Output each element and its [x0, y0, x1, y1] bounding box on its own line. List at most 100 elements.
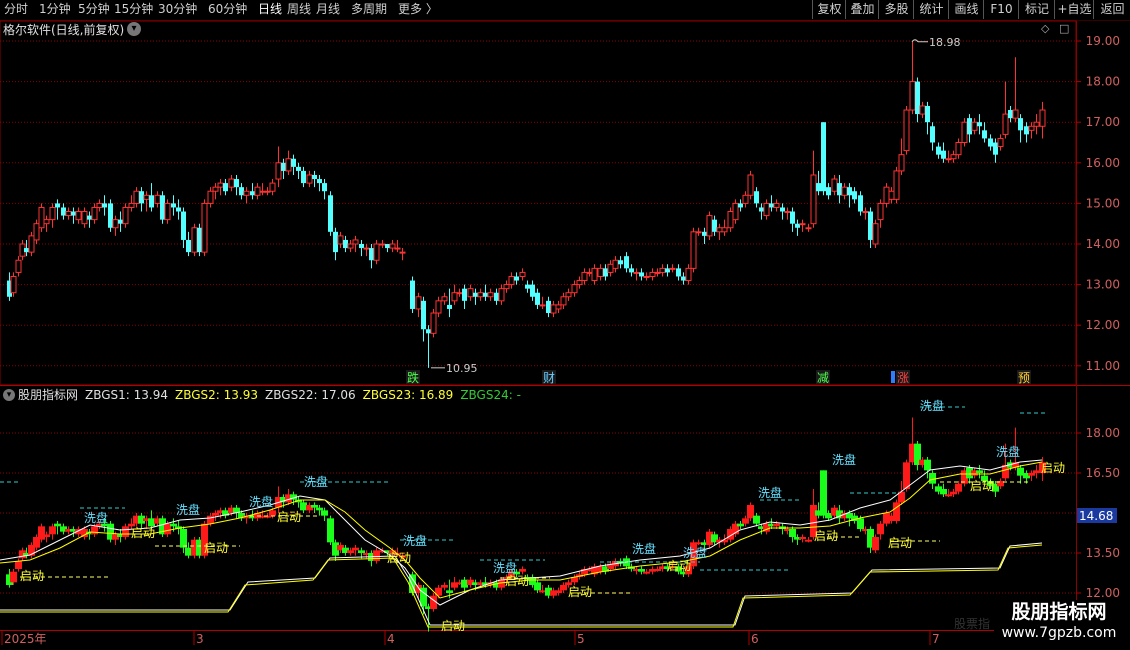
candle-body-up	[841, 186, 848, 196]
indicator-name: 股朋指标网	[18, 388, 79, 402]
indicator-bar-body	[1017, 467, 1024, 476]
signal-start-label: 启动	[888, 536, 912, 550]
candle-body-up	[441, 296, 448, 302]
signal-wash-label: 洗盘	[832, 452, 856, 467]
main-axis-tick-label: 11.00	[1086, 359, 1120, 373]
signal-start-label: 启动	[568, 585, 592, 599]
candle-body-up	[1028, 125, 1035, 131]
chart-title-dropdown-icon[interactable]: ▾	[127, 22, 141, 36]
indicator-bar-body	[560, 585, 567, 591]
candle-body-up	[81, 211, 88, 225]
candle-body-down	[447, 304, 452, 309]
signal-start-label: 启动	[204, 541, 228, 555]
candle-body-up	[133, 190, 140, 204]
candle-body-down	[629, 268, 634, 273]
main-axis-tick-label: 16.00	[1086, 156, 1120, 170]
candle-body-up	[49, 206, 56, 221]
signal-wash-label: 洗盘	[683, 545, 707, 560]
diamond-icon[interactable]: ◇	[1041, 22, 1049, 36]
candle-body-up	[503, 284, 510, 290]
signal-start-label: 启动	[277, 510, 301, 524]
candle-body-down	[780, 207, 785, 212]
candle-body-up	[591, 267, 598, 282]
candle-body-down	[738, 203, 743, 208]
candle-body-down	[61, 207, 66, 216]
candle-body-down	[186, 239, 191, 253]
candle-body-down	[665, 268, 670, 273]
candle-body-down	[328, 195, 333, 232]
candle-body-up	[75, 211, 82, 221]
candle-body-up	[742, 194, 749, 204]
candle-body-down	[426, 329, 431, 334]
indicator-bar-body	[555, 590, 562, 593]
candle-body-down	[473, 292, 478, 297]
candle-body-up	[254, 186, 261, 196]
candle-body-up	[831, 178, 838, 192]
candle-body-up	[352, 239, 359, 245]
candle-body-up	[508, 275, 515, 286]
candle-body-up	[1002, 113, 1009, 135]
indicator-bar-body	[164, 523, 171, 535]
candle-body-down	[234, 179, 239, 188]
indicator-bar-body	[180, 529, 187, 548]
candle-body-down	[967, 118, 972, 135]
candle-body-up	[487, 292, 494, 298]
indicator-dropdown-icon[interactable]: ▾	[3, 389, 15, 401]
candle-body-down	[1024, 126, 1029, 135]
indicator-bar-body	[903, 462, 910, 489]
candle-body-up	[659, 267, 666, 273]
candle-body-up	[456, 292, 463, 295]
candle-body-down	[847, 187, 852, 196]
candle-body-down	[759, 207, 764, 212]
event-marker-4: 预	[1018, 371, 1030, 385]
candle-body-down	[837, 183, 842, 196]
candle-body-up	[96, 202, 103, 208]
candle-body-up	[415, 296, 422, 310]
indicator-bar-body	[446, 590, 453, 593]
candle-body-down	[149, 195, 154, 208]
candle-body-down	[239, 187, 244, 196]
candle-body-up	[550, 304, 557, 314]
indicator-bar-body	[805, 539, 812, 542]
candle-body-down	[769, 203, 774, 208]
candle-body-down	[55, 203, 60, 208]
candle-body-up	[571, 284, 578, 294]
indicator-bar-body	[820, 470, 827, 516]
indicator-bar-body	[877, 523, 884, 535]
candle-body-up	[773, 202, 780, 208]
indicator-bar-body	[789, 529, 796, 537]
candle-body-up	[38, 206, 45, 229]
signal-wash-label: 洗盘	[493, 560, 517, 575]
indicator-bar-body	[358, 550, 365, 553]
settings-square-icon[interactable]: □	[1059, 22, 1069, 36]
candle-body-down	[108, 203, 113, 228]
candle-body-up	[971, 121, 978, 131]
candle-body-down	[333, 231, 338, 253]
indicator-bar-body	[695, 542, 702, 545]
indicator-bar-body	[347, 550, 354, 553]
candle-body-up	[394, 247, 401, 250]
event-marker-3: 涨	[897, 370, 909, 385]
candle-body-up	[763, 202, 770, 217]
indicator-bar-body	[747, 505, 754, 519]
current-price-label: 14.68	[1079, 509, 1113, 523]
candle-body-up	[862, 211, 869, 214]
candle-body-up	[654, 271, 661, 274]
candle-body-down	[171, 203, 176, 208]
candle-body-up	[337, 235, 344, 245]
date-axis-label: 4	[387, 632, 395, 646]
main-axis-tick-label: 12.00	[1086, 318, 1120, 332]
candle-body-down	[988, 138, 993, 147]
candle-body-down	[702, 231, 707, 236]
candle-body-up	[28, 235, 35, 253]
candle-body-down	[603, 268, 608, 277]
signal-wash-label: 洗盘	[176, 502, 200, 517]
candle-body-up	[1012, 109, 1019, 119]
indicator-bar-body	[269, 510, 276, 516]
main-axis-tick-label: 19.00	[1086, 34, 1120, 48]
indicator-bar-body	[207, 515, 214, 524]
indicator-bar-body	[638, 569, 645, 572]
indicator-bar-body	[300, 502, 307, 511]
indicator-bar-body	[321, 510, 328, 516]
candle-body-up	[306, 174, 313, 184]
